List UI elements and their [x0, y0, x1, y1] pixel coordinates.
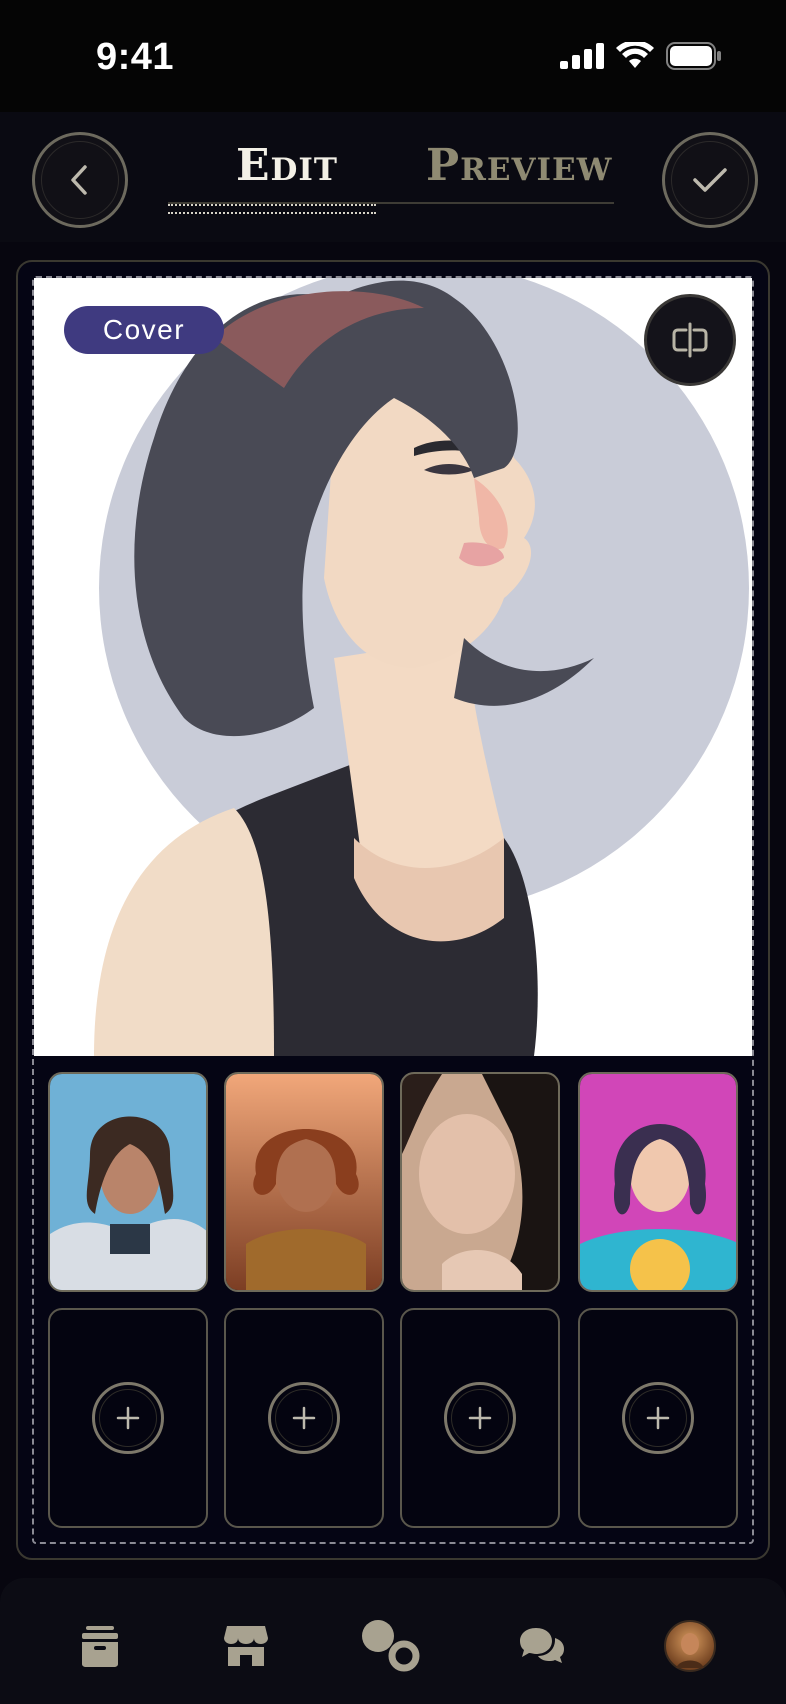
- nav-explore[interactable]: [360, 1614, 424, 1678]
- nav-profile[interactable]: [658, 1614, 722, 1678]
- header: Edit Preview: [0, 112, 786, 242]
- chat-icon: [520, 1628, 564, 1663]
- status-time: 9:41: [96, 36, 175, 78]
- status-bar: 9:41: [0, 0, 786, 112]
- plus-icon: [468, 1406, 492, 1430]
- thumbnail-3[interactable]: [400, 1072, 560, 1292]
- battery-icon: [666, 42, 721, 70]
- status-icons: [560, 42, 722, 70]
- add-button[interactable]: [92, 1382, 164, 1454]
- add-photo-slot-3[interactable]: [400, 1308, 560, 1528]
- add-button[interactable]: [622, 1382, 694, 1454]
- nav-chat[interactable]: [510, 1614, 574, 1678]
- split-compare-icon: [672, 322, 708, 358]
- signal-icon: [560, 43, 604, 69]
- bottom-nav: [0, 1578, 786, 1704]
- archive-icon: [82, 1626, 118, 1667]
- check-icon: [693, 168, 727, 192]
- add-photo-slot-1[interactable]: [48, 1308, 208, 1528]
- compare-button[interactable]: [644, 294, 736, 386]
- portrait-astronaut: [50, 1074, 206, 1290]
- tab-preview[interactable]: Preview: [426, 140, 612, 191]
- add-button[interactable]: [444, 1382, 516, 1454]
- cover-image[interactable]: [34, 278, 752, 1056]
- back-button[interactable]: [32, 132, 128, 228]
- confirm-button[interactable]: [662, 132, 758, 228]
- plus-icon: [116, 1406, 140, 1430]
- cover-badge: Cover: [64, 306, 224, 354]
- thumbnail-4[interactable]: [578, 1072, 738, 1292]
- tab-edit[interactable]: Edit: [236, 140, 338, 191]
- portrait-golden-armor: [226, 1074, 382, 1290]
- chevron-left-icon: [71, 165, 87, 195]
- nav-archive[interactable]: [68, 1614, 132, 1678]
- add-photo-slot-4[interactable]: [578, 1308, 738, 1528]
- store-icon: [224, 1626, 268, 1666]
- portrait-anime-pink: [580, 1074, 736, 1290]
- plus-icon: [646, 1406, 670, 1430]
- bubbles-icon: [362, 1620, 420, 1672]
- portrait-dark-hair: [402, 1074, 558, 1290]
- wifi-icon: [616, 42, 654, 68]
- plus-icon: [292, 1406, 316, 1430]
- cover-illustration: [94, 278, 749, 1056]
- add-button[interactable]: [268, 1382, 340, 1454]
- add-photo-slot-2[interactable]: [224, 1308, 384, 1528]
- tab-active-indicator: [168, 204, 376, 214]
- profile-avatar: [664, 1620, 716, 1672]
- thumbnail-1[interactable]: [48, 1072, 208, 1292]
- nav-store[interactable]: [214, 1614, 278, 1678]
- thumbnail-2[interactable]: [224, 1072, 384, 1292]
